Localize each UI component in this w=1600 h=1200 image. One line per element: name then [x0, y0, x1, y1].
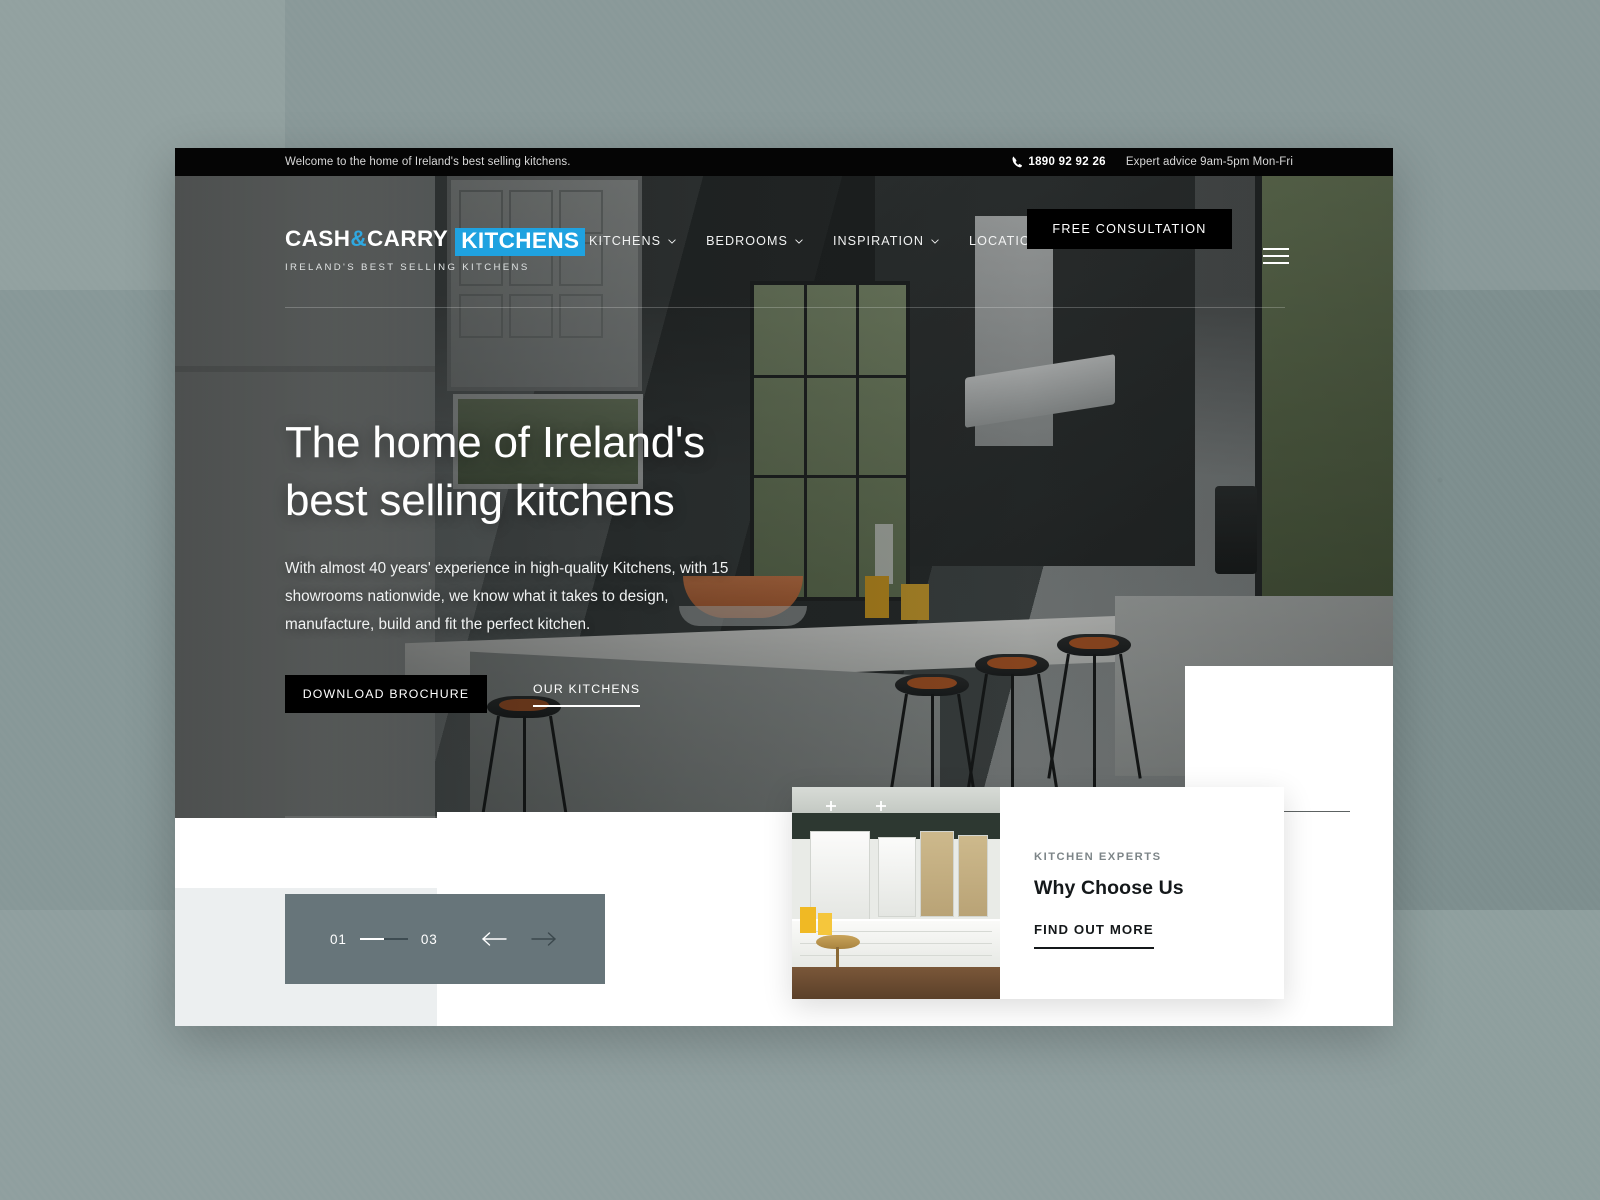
slide-current-index: 01	[330, 931, 347, 947]
why-choose-us-card[interactable]: KITCHEN EXPERTS Why Choose Us FIND OUT M…	[792, 787, 1284, 999]
logo-carry: CARRY	[367, 226, 449, 251]
hero-section: CASH & CARRY KITCHENS IRELAND'S BEST SEL…	[175, 176, 1393, 1026]
phone-number: 1890 92 92 26	[1028, 156, 1106, 168]
why-choose-us-eyebrow: KITCHEN EXPERTS	[1034, 851, 1162, 863]
logo-wordmark: CASH & CARRY KITCHENS	[285, 226, 586, 256]
find-out-more-link[interactable]: FIND OUT MORE	[1034, 922, 1154, 949]
why-choose-us-content: KITCHEN EXPERTS Why Choose Us FIND OUT M…	[1000, 787, 1284, 999]
logo-tagline: IRELAND'S BEST SELLING KITCHENS	[285, 261, 530, 273]
nav-item-inspiration[interactable]: INSPIRATION	[833, 234, 939, 248]
main-navigation: KITCHENS BEDROOMS INSPIRATION LOCATIONS	[589, 234, 1050, 248]
why-choose-us-thumbnail	[792, 787, 1000, 999]
nav-label: INSPIRATION	[832, 234, 925, 248]
desktop-backdrop: Welcome to the home of Ireland's best se…	[0, 0, 1600, 1200]
backdrop-block	[1390, 910, 1600, 1200]
nav-label: KITCHENS	[589, 234, 662, 248]
download-brochure-button[interactable]: DOWNLOAD BROCHURE	[285, 675, 487, 714]
slide-progress-track	[359, 938, 408, 940]
arrow-left-icon[interactable]	[481, 931, 507, 947]
carousel-arrows	[481, 931, 557, 947]
chevron-down-icon	[795, 238, 803, 244]
site-logo[interactable]: CASH & CARRY KITCHENS IRELAND'S BEST SEL…	[285, 226, 586, 273]
our-kitchens-link[interactable]: OUR KITCHENS	[533, 682, 641, 707]
website-page: Welcome to the home of Ireland's best se…	[175, 148, 1393, 1026]
logo-ampersand: &	[350, 226, 368, 251]
hero-actions: DOWNLOAD BROCHURE OUR KITCHENS	[285, 675, 805, 714]
phone-link[interactable]: 1890 92 92 26	[1012, 156, 1106, 168]
carousel-controls: 01 03	[285, 894, 605, 984]
nav-label: BEDROOMS	[706, 234, 788, 248]
topbar-contact: 1890 92 92 26 Expert advice 9am-5pm Mon-…	[1012, 156, 1293, 168]
chevron-down-icon	[931, 238, 939, 244]
chevron-down-icon	[668, 238, 676, 244]
logo-kitchens: KITCHENS	[455, 228, 586, 256]
free-consultation-button[interactable]: FREE CONSULTATION	[1027, 209, 1232, 249]
announcement-bar: Welcome to the home of Ireland's best se…	[175, 148, 1393, 176]
welcome-message: Welcome to the home of Ireland's best se…	[285, 156, 571, 168]
logo-cash: CASH	[285, 226, 351, 251]
phone-icon	[1012, 156, 1023, 168]
hero-content: The home of Ireland's best selling kitch…	[285, 414, 805, 714]
site-header: CASH & CARRY KITCHENS IRELAND'S BEST SEL…	[175, 176, 1393, 302]
header-divider	[285, 307, 1285, 308]
why-choose-us-title: Why Choose Us	[1034, 877, 1184, 899]
hero-title-line-2: best selling kitchens	[285, 475, 675, 525]
slide-total-count: 03	[420, 931, 438, 947]
hero-subtitle: With almost 40 years' experience in high…	[285, 560, 729, 634]
nav-item-kitchens[interactable]: KITCHENS	[589, 234, 676, 248]
nav-item-bedrooms[interactable]: BEDROOMS	[706, 234, 803, 248]
arrow-right-icon[interactable]	[531, 931, 557, 947]
hamburger-menu-icon[interactable]	[1263, 248, 1289, 266]
hero-title-line-1: The home of Ireland's	[285, 418, 705, 467]
decorative-white-panel	[1350, 666, 1393, 1026]
page-title: The home of Ireland's best selling kitch…	[285, 414, 805, 529]
opening-hours: Expert advice 9am-5pm Mon-Fri	[1125, 156, 1293, 168]
